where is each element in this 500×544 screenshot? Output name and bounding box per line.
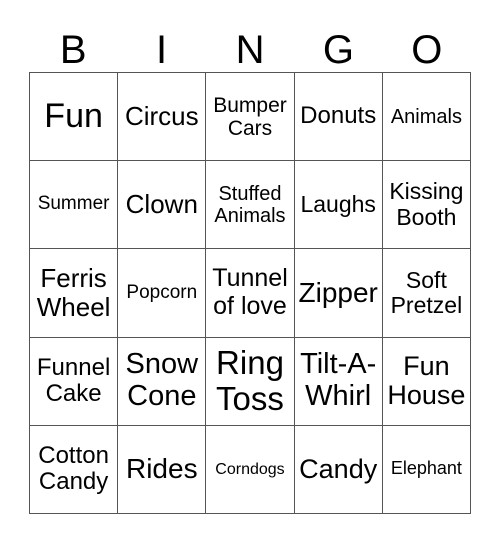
bingo-cell[interactable]: Rides — [118, 425, 207, 514]
bingo-cell[interactable]: Candy — [294, 425, 383, 514]
bingo-cell[interactable]: Funnel Cake — [30, 337, 119, 426]
bingo-cell[interactable]: Cotton Candy — [30, 425, 119, 514]
bingo-cell[interactable]: Snow Cone — [118, 337, 207, 426]
bingo-cell[interactable]: Fun House — [382, 337, 471, 426]
bingo-cell[interactable]: Donuts — [294, 73, 383, 162]
bingo-cell[interactable]: Corndogs — [206, 425, 295, 514]
bingo-header: B I N G O — [29, 28, 471, 72]
bingo-cell[interactable]: Circus — [118, 73, 207, 162]
header-letter-n: N — [235, 28, 265, 72]
bingo-cell[interactable]: Elephant — [382, 425, 471, 514]
bingo-grid: Fun Circus Bumper Cars Donuts Animals Summer C… — [29, 72, 471, 514]
header-letter-g: G — [322, 28, 354, 72]
bingo-cell[interactable]: Stuffed Animals — [206, 161, 295, 250]
bingo-cell[interactable]: Ferris Wheel — [30, 249, 119, 338]
header-letter-b: B — [59, 28, 87, 72]
bingo-cell[interactable]: Fun — [30, 73, 119, 162]
bingo-cell[interactable]: Zipper — [294, 249, 383, 338]
bingo-cell[interactable]: Summer — [30, 161, 119, 250]
bingo-cell[interactable]: Laughs — [294, 161, 383, 250]
bingo-cell[interactable]: Popcorn — [118, 249, 207, 338]
bingo-cell[interactable]: Tilt-A- Whirl — [294, 337, 383, 426]
bingo-cell[interactable]: Tunnel of love — [206, 249, 295, 338]
header-letter-o: O — [411, 28, 443, 72]
header-letter-i: I — [156, 28, 168, 72]
bingo-cell[interactable]: Bumper Cars — [206, 73, 295, 162]
bingo-cell[interactable]: Kissing Booth — [382, 161, 471, 250]
bingo-cell[interactable]: Clown — [118, 161, 207, 250]
bingo-cell[interactable]: Animals — [382, 73, 471, 162]
bingo-cell[interactable]: Soft Pretzel — [382, 249, 471, 338]
bingo-cell[interactable]: Ring Toss — [206, 337, 295, 426]
